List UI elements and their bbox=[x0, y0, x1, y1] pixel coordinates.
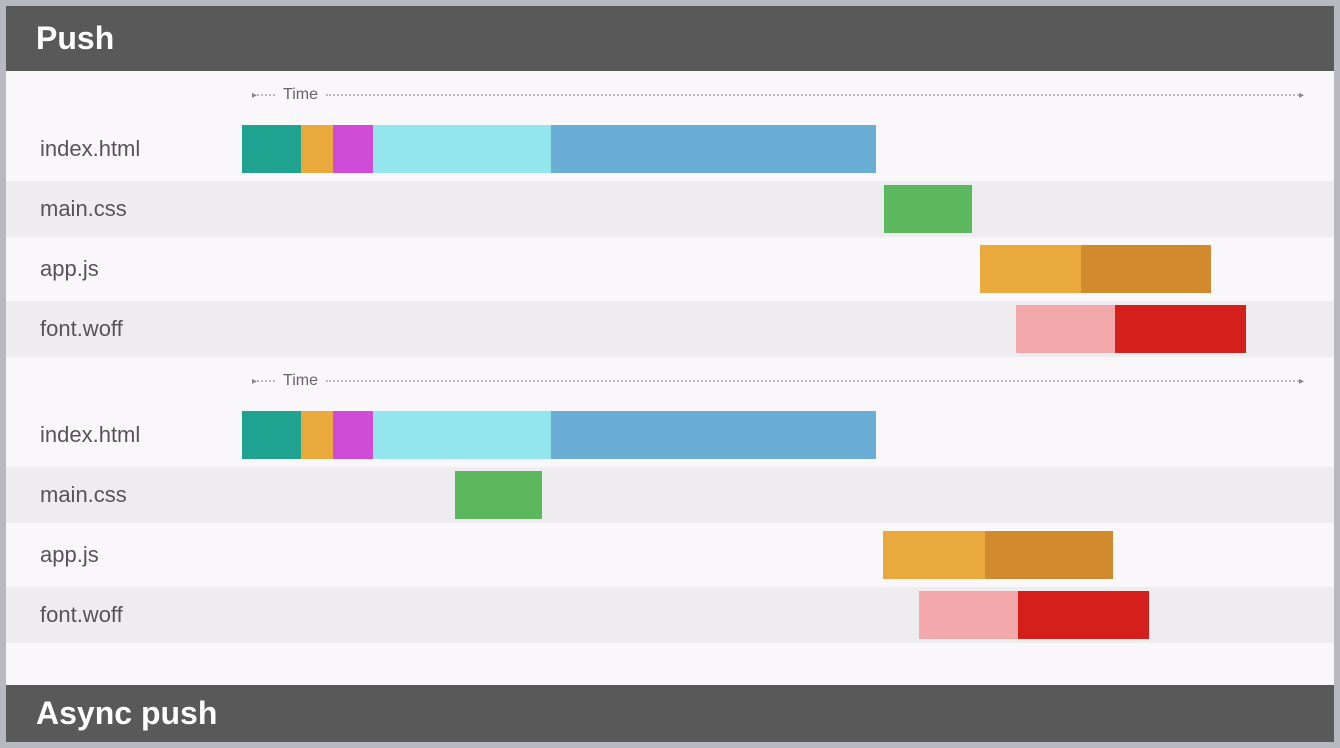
bar-track bbox=[242, 301, 1334, 357]
timing-segment bbox=[883, 531, 985, 579]
resource-label: main.css bbox=[6, 196, 242, 222]
timing-segment bbox=[333, 411, 373, 459]
timing-segment bbox=[301, 125, 333, 173]
timeline-label: Time bbox=[275, 86, 326, 104]
section-header-push: Push bbox=[6, 6, 1334, 71]
timing-segment bbox=[1115, 305, 1246, 353]
timeline-axis: ▸Time▸ bbox=[6, 367, 1334, 395]
waterfall-row: main.css bbox=[6, 181, 1334, 237]
timing-segment bbox=[455, 471, 542, 519]
resource-label: app.js bbox=[6, 256, 242, 282]
waterfall-row: app.js bbox=[6, 241, 1334, 297]
timing-segment bbox=[333, 125, 373, 173]
timeline-label: Time bbox=[275, 372, 326, 390]
timeline-dots bbox=[257, 94, 275, 96]
waterfall-row: main.css bbox=[6, 467, 1334, 523]
section-header-async-push: Async push bbox=[6, 685, 1334, 742]
timing-segment bbox=[1016, 305, 1115, 353]
timeline-dots bbox=[326, 94, 1299, 96]
chart-area: ▸Time▸index.htmlmain.cssapp.jsfont.woff▸… bbox=[6, 71, 1334, 685]
resource-label: font.woff bbox=[6, 316, 242, 342]
waterfall-row: font.woff bbox=[6, 587, 1334, 643]
timing-segment bbox=[242, 125, 301, 173]
timing-segment bbox=[301, 411, 333, 459]
timing-segment bbox=[919, 591, 1018, 639]
timing-segment bbox=[980, 245, 1081, 293]
bar-track bbox=[242, 181, 1334, 237]
timeline-dots bbox=[257, 380, 275, 382]
timing-segment bbox=[373, 411, 551, 459]
timing-segment bbox=[373, 125, 551, 173]
bar-track bbox=[242, 241, 1334, 297]
resource-label: index.html bbox=[6, 422, 242, 448]
timing-segment bbox=[551, 125, 876, 173]
timeline-axis: ▸Time▸ bbox=[6, 81, 1334, 109]
timing-segment bbox=[1018, 591, 1149, 639]
timing-segment bbox=[1081, 245, 1211, 293]
arrow-right-icon: ▸ bbox=[1299, 90, 1304, 101]
waterfall-row: index.html bbox=[6, 121, 1334, 177]
timing-segment bbox=[551, 411, 876, 459]
timing-segment bbox=[985, 531, 1113, 579]
resource-label: font.woff bbox=[6, 602, 242, 628]
timing-segment bbox=[242, 411, 301, 459]
waterfall-row: app.js bbox=[6, 527, 1334, 583]
waterfall-row: font.woff bbox=[6, 301, 1334, 357]
slide-container: Push ▸ Time ▸ index.html main.css app.js font.… bbox=[6, 6, 1334, 742]
bar-track bbox=[242, 121, 1334, 177]
bar-track bbox=[242, 527, 1334, 583]
resource-label: index.html bbox=[6, 136, 242, 162]
bar-track bbox=[242, 407, 1334, 463]
arrow-right-icon: ▸ bbox=[1299, 376, 1304, 387]
resource-label: main.css bbox=[6, 482, 242, 508]
timing-segment bbox=[884, 185, 971, 233]
bar-track bbox=[242, 467, 1334, 523]
timeline-dots bbox=[326, 380, 1299, 382]
bar-track bbox=[242, 587, 1334, 643]
resource-label: app.js bbox=[6, 542, 242, 568]
waterfall-row: index.html bbox=[6, 407, 1334, 463]
